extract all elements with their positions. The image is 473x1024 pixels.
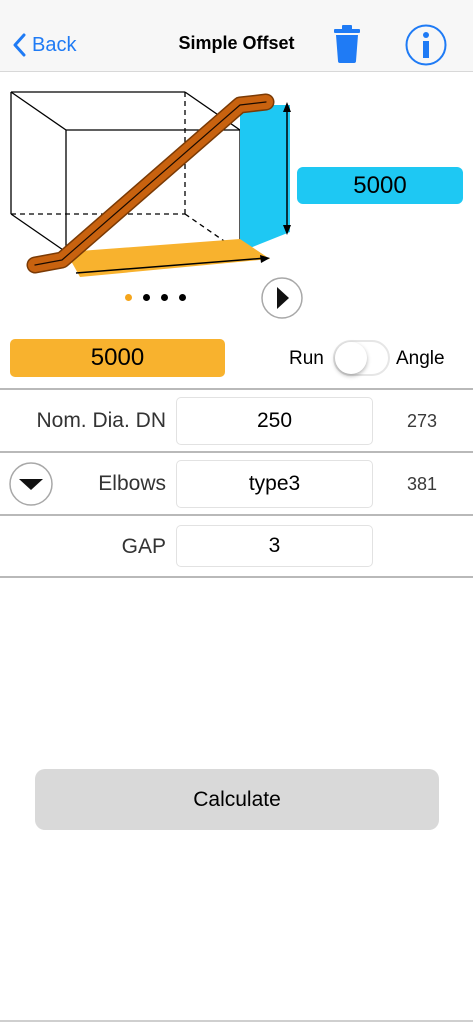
divider [0, 451, 473, 453]
run-input[interactable]: 5000 [10, 339, 225, 377]
gap-field[interactable]: 3 [176, 525, 373, 567]
page-indicator[interactable] [125, 294, 186, 301]
info-icon[interactable] [405, 24, 447, 66]
rise-area [240, 105, 290, 252]
page-dot-1[interactable] [125, 294, 132, 301]
elbows-field[interactable]: type3 [176, 460, 373, 508]
gap-label: GAP [121, 535, 166, 558]
page-dot-3[interactable] [161, 294, 168, 301]
expand-elbows-button[interactable] [9, 462, 53, 506]
toggle-run-label: Run [289, 348, 324, 369]
elbows-label: Elbows [98, 472, 166, 495]
bottom-divider [0, 1020, 473, 1022]
divider [0, 514, 473, 516]
divider [0, 388, 473, 390]
toggle-knob [335, 342, 367, 374]
trash-icon[interactable] [333, 25, 361, 63]
next-diagram-button[interactable] [261, 277, 303, 319]
page-title: Simple Offset [178, 33, 295, 53]
elbow-radius-value: 381 [407, 474, 438, 494]
offset-diagram [10, 91, 291, 277]
run-angle-toggle[interactable] [333, 340, 390, 376]
box-outline [10, 91, 241, 253]
nominal-diameter-label: Nom. Dia. DN [36, 409, 166, 432]
navigation-bar: Back Simple Offset [0, 0, 473, 72]
outer-diameter-value: 273 [407, 411, 438, 431]
rise-input[interactable]: 5000 [297, 167, 463, 204]
toggle-angle-label: Angle [396, 348, 445, 369]
page-dot-4[interactable] [179, 294, 186, 301]
divider [0, 576, 473, 578]
calculate-button[interactable]: Calculate [35, 769, 439, 830]
nominal-diameter-field[interactable]: 250 [176, 397, 373, 445]
page-dot-2[interactable] [143, 294, 150, 301]
